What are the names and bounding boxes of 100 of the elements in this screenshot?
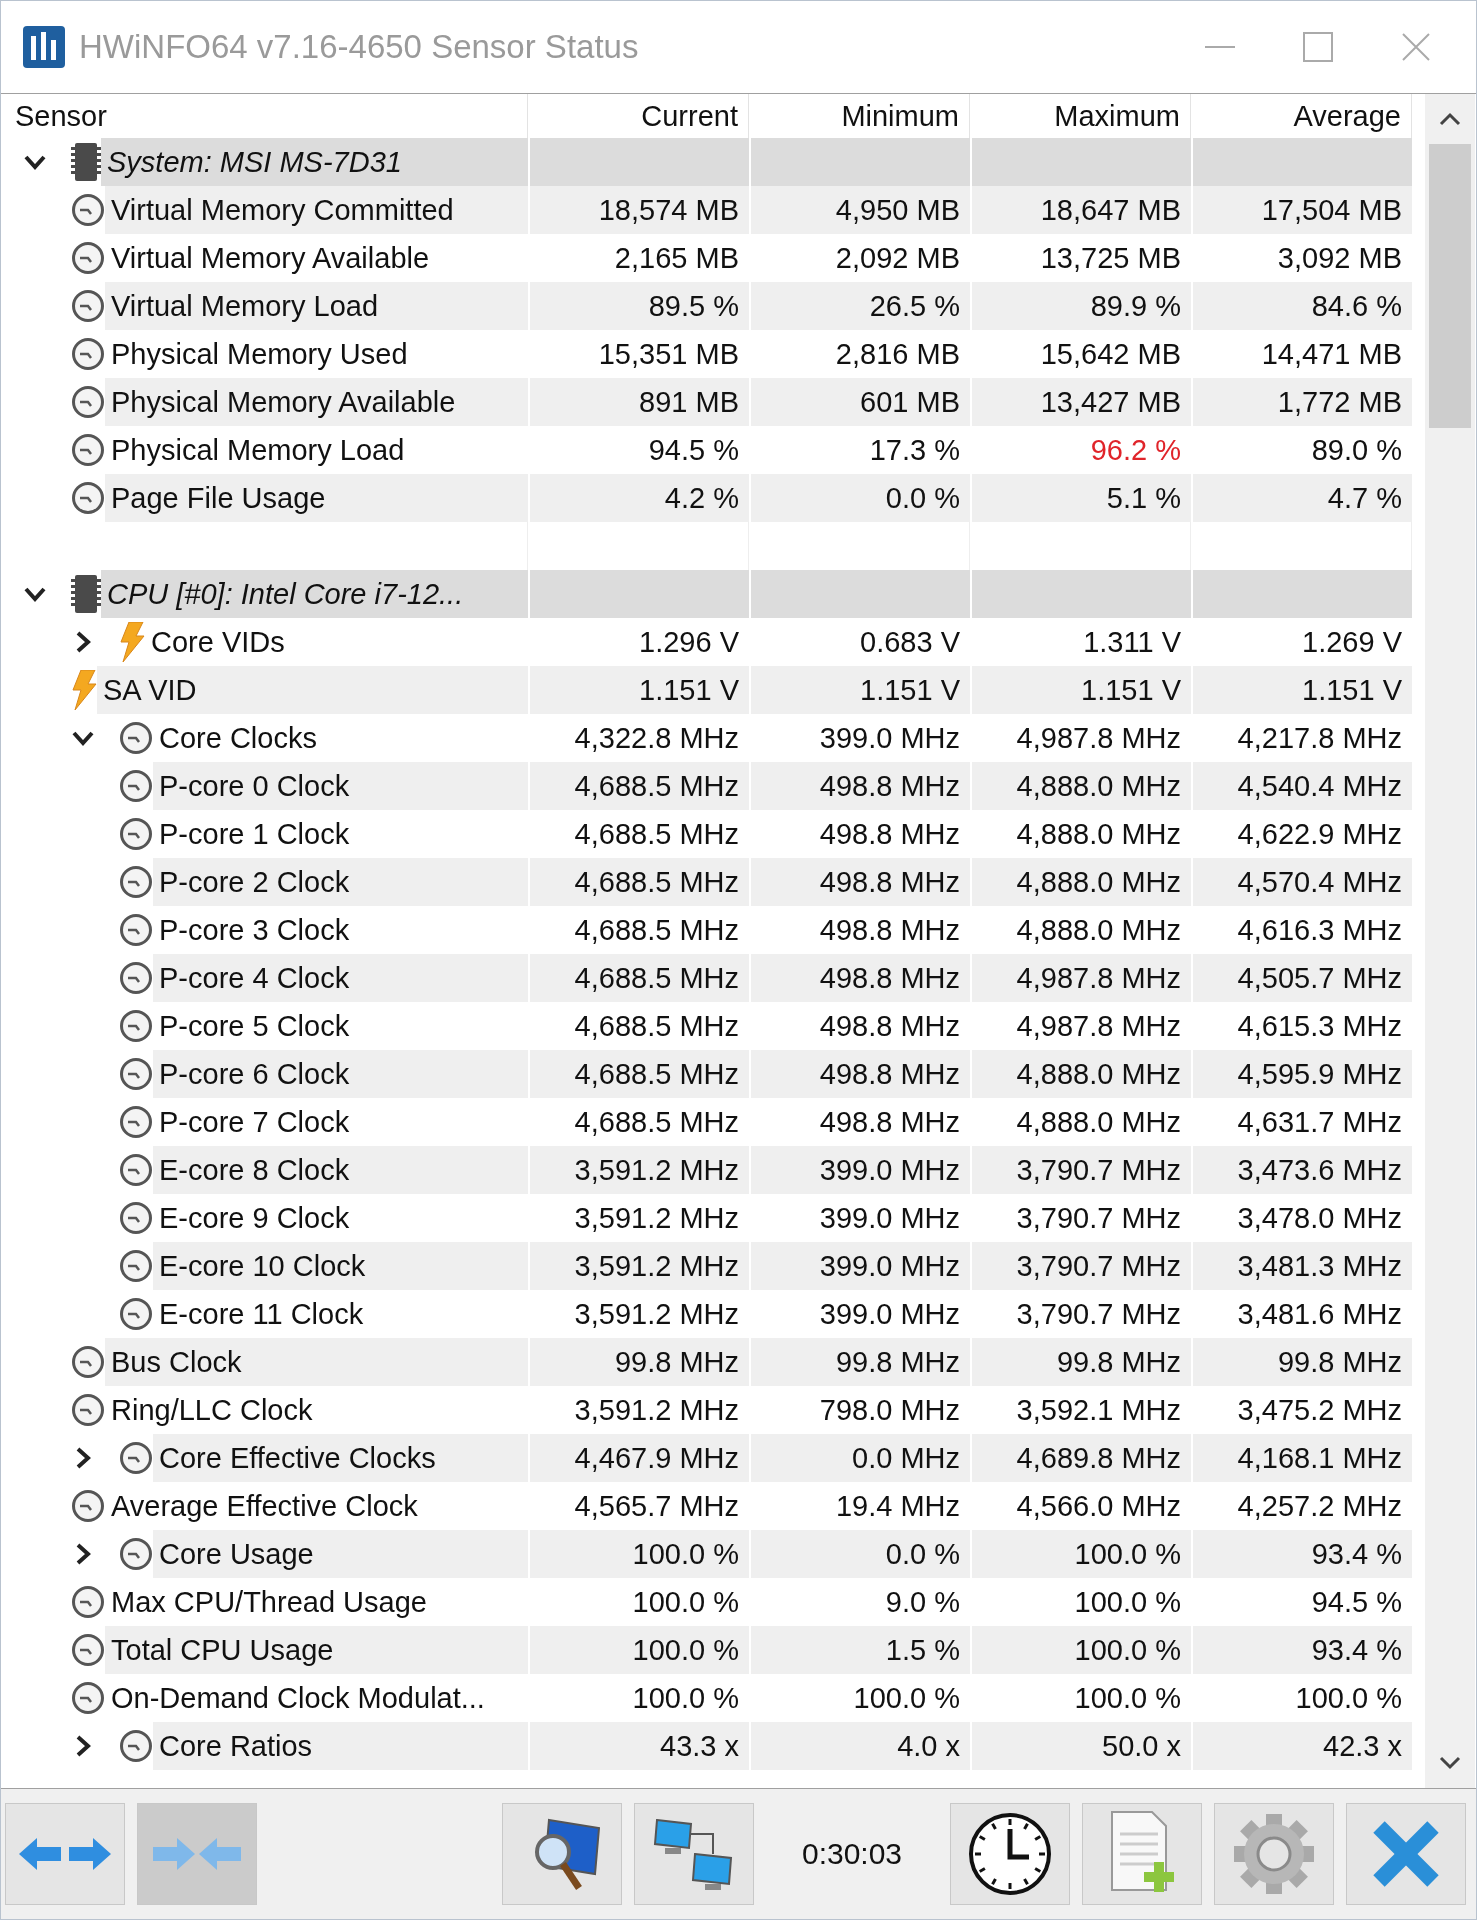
value-cell: 4,688.5 MHz — [530, 762, 749, 810]
value-cell: 1,772 MB — [1193, 378, 1412, 426]
value-cell: 601 MB — [751, 378, 970, 426]
value-cell: 498.8 MHz — [751, 858, 970, 906]
value-cell: 3,790.7 MHz — [972, 1242, 1191, 1290]
sensor-name: Virtual Memory Committed — [105, 186, 528, 234]
clock-icon — [71, 1489, 105, 1523]
sensor-name: Virtual Memory Load — [105, 282, 528, 330]
value-cell: 0.0 % — [751, 474, 970, 522]
clock-icon — [119, 1201, 153, 1235]
value-cell: 89.9 % — [972, 282, 1191, 330]
close-button[interactable] — [1346, 1803, 1466, 1905]
sensor-name: Core Usage — [153, 1530, 528, 1578]
elapsed-timer: 0:30:03 — [800, 1837, 904, 1871]
clock-icon — [71, 1393, 105, 1427]
value-cell: 100.0 % — [530, 1530, 749, 1578]
sensor-name: Core Effective Clocks — [153, 1434, 528, 1482]
value-cell: 4,688.5 MHz — [530, 1050, 749, 1098]
sensor-name: E-core 8 Clock — [153, 1146, 528, 1194]
sensor-name: E-core 10 Clock — [153, 1242, 528, 1290]
value-cell: 498.8 MHz — [751, 762, 970, 810]
clock-icon — [967, 1811, 1053, 1897]
value-cell: 3,473.6 MHz — [1193, 1146, 1412, 1194]
clock-button[interactable] — [950, 1803, 1070, 1905]
value-cell: 3,591.2 MHz — [530, 1242, 749, 1290]
sensor-name: SA VID — [97, 666, 528, 714]
value-cell: 498.8 MHz — [751, 1050, 970, 1098]
expand-button[interactable] — [5, 1803, 125, 1905]
chip-icon — [71, 575, 101, 613]
close-icon — [1371, 1819, 1441, 1889]
clock-icon — [119, 1057, 153, 1091]
value-cell: 100.0 % — [972, 1530, 1191, 1578]
clock-icon — [119, 913, 153, 947]
value-cell: 4,505.7 MHz — [1193, 954, 1412, 1002]
value-cell: 89.5 % — [530, 282, 749, 330]
value-cell: 13,427 MB — [972, 378, 1191, 426]
sensor-name: P-core 6 Clock — [153, 1050, 528, 1098]
app-icon — [23, 26, 65, 68]
gear-icon — [1232, 1812, 1316, 1896]
value-cell: 4,888.0 MHz — [972, 762, 1191, 810]
clock-icon — [119, 1537, 153, 1571]
value-cell: 1.151 V — [1193, 666, 1412, 714]
clock-icon — [71, 193, 105, 227]
clock-icon — [71, 1345, 105, 1379]
report-button[interactable] — [1082, 1803, 1202, 1905]
value-cell: 4,688.5 MHz — [530, 954, 749, 1002]
value-cell: 3,790.7 MHz — [972, 1146, 1191, 1194]
clock-icon — [119, 1009, 153, 1043]
clock-icon — [119, 1729, 153, 1763]
clock-icon — [119, 865, 153, 899]
clock-icon — [119, 1105, 153, 1139]
value-cell: 99.8 MHz — [972, 1338, 1191, 1386]
clock-icon — [71, 433, 105, 467]
value-cell: 1.151 V — [530, 666, 749, 714]
value-cell: 3,481.3 MHz — [1193, 1242, 1412, 1290]
sensor-name: P-core 4 Clock — [153, 954, 528, 1002]
value-cell: 399.0 MHz — [751, 1242, 970, 1290]
value-cell: 4,950 MB — [751, 186, 970, 234]
value-cell: 1.5 % — [751, 1626, 970, 1674]
network-button[interactable] — [634, 1803, 754, 1905]
value-cell: 100.0 % — [530, 1626, 749, 1674]
clock-icon — [119, 721, 153, 755]
value-cell: 891 MB — [530, 378, 749, 426]
value-cell: 0.0 % — [751, 1530, 970, 1578]
value-cell: 42.3 x — [1193, 1722, 1412, 1770]
value-cell: 4.0 x — [751, 1722, 970, 1770]
value-cell: 4,888.0 MHz — [972, 1050, 1191, 1098]
clock-icon — [119, 1297, 153, 1331]
close-icon — [1401, 32, 1431, 62]
clock-icon — [119, 1441, 153, 1475]
sensor-name: Page File Usage — [105, 474, 528, 522]
value-cell: 3,591.2 MHz — [530, 1146, 749, 1194]
value-cell: 50.0 x — [972, 1722, 1191, 1770]
lightning-bolt-icon — [119, 622, 145, 662]
value-cell: 18,574 MB — [530, 186, 749, 234]
chevron-up-icon — [1439, 112, 1461, 126]
value-cell: 399.0 MHz — [751, 1146, 970, 1194]
sensor-search-button[interactable] — [502, 1803, 622, 1905]
value-cell: 4,467.9 MHz — [530, 1434, 749, 1482]
value-cell: 4,570.4 MHz — [1193, 858, 1412, 906]
sensor-name: Physical Memory Available — [105, 378, 528, 426]
sensor-name: Total CPU Usage — [105, 1626, 528, 1674]
value-cell: 1.151 V — [972, 666, 1191, 714]
value-cell: 4,688.5 MHz — [530, 858, 749, 906]
clock-icon — [71, 481, 105, 515]
value-cell: 43.3 x — [530, 1722, 749, 1770]
clock-icon — [71, 241, 105, 275]
clock-icon — [119, 1249, 153, 1283]
sensor-name: Bus Clock — [105, 1338, 528, 1386]
clock-icon — [71, 1633, 105, 1667]
sensor-name: P-core 2 Clock — [153, 858, 528, 906]
scrollbar-thumb[interactable] — [1429, 144, 1471, 428]
value-cell: 93.4 % — [1193, 1530, 1412, 1578]
value-cell: 4,168.1 MHz — [1193, 1434, 1412, 1482]
maximize-icon — [1303, 32, 1333, 62]
value-cell: 100.0 % — [972, 1626, 1191, 1674]
chevron-down-icon — [1439, 1756, 1461, 1770]
value-cell: 498.8 MHz — [751, 954, 970, 1002]
clock-icon — [71, 337, 105, 371]
minimize-icon — [1205, 45, 1235, 49]
